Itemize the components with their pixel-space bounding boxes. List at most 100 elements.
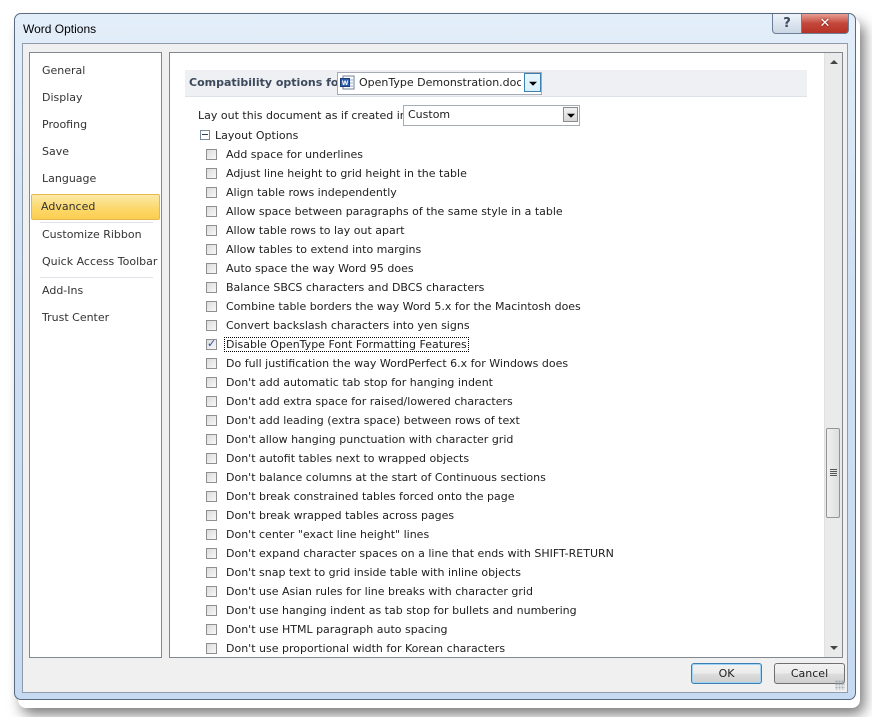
option-row[interactable]: Allow table rows to lay out apart: [206, 221, 615, 240]
option-label[interactable]: Don't use hanging indent as tab stop for…: [225, 604, 578, 617]
option-row[interactable]: Don't use Asian rules for line breaks wi…: [206, 582, 615, 601]
vertical-scrollbar[interactable]: [824, 53, 842, 657]
option-label[interactable]: Combine table borders the way Word 5.x f…: [225, 300, 582, 313]
scroll-up-arrow-icon[interactable]: [825, 53, 842, 70]
option-row[interactable]: Don't allow hanging punctuation with cha…: [206, 430, 615, 449]
sidebar-item-trust-center[interactable]: Trust Center: [32, 307, 159, 329]
checkbox[interactable]: [206, 434, 217, 445]
option-label[interactable]: Don't add automatic tab stop for hanging…: [225, 376, 494, 389]
option-row[interactable]: Don't use HTML paragraph auto spacing: [206, 620, 615, 639]
checkbox[interactable]: [206, 377, 217, 388]
option-row[interactable]: Do full justification the way WordPerfec…: [206, 354, 615, 373]
layout-options-group-toggle[interactable]: Layout Options: [200, 129, 298, 142]
option-row[interactable]: Don't expand character spaces on a line …: [206, 544, 615, 563]
checkbox[interactable]: [206, 624, 217, 635]
option-label[interactable]: Convert backslash characters into yen si…: [225, 319, 471, 332]
option-row[interactable]: Don't break constrained tables forced on…: [206, 487, 615, 506]
checkbox[interactable]: [206, 320, 217, 331]
checkbox[interactable]: [206, 472, 217, 483]
checkbox[interactable]: [206, 187, 217, 198]
option-label[interactable]: Allow space between paragraphs of the sa…: [225, 205, 564, 218]
option-row[interactable]: Align table rows independently: [206, 183, 615, 202]
option-row[interactable]: Add space for underlines: [206, 145, 615, 164]
scrollbar-thumb[interactable]: [826, 428, 840, 518]
option-row[interactable]: Balance SBCS characters and DBCS charact…: [206, 278, 615, 297]
option-label[interactable]: Don't break constrained tables forced on…: [225, 490, 516, 503]
title-bar[interactable]: Word Options ? ✕: [15, 14, 855, 44]
option-label[interactable]: Allow tables to extend into margins: [225, 243, 422, 256]
option-row[interactable]: Don't add extra space for raised/lowered…: [206, 392, 615, 411]
option-row[interactable]: Don't add automatic tab stop for hanging…: [206, 373, 615, 392]
option-label[interactable]: Don't snap text to grid inside table wit…: [225, 566, 522, 579]
option-label[interactable]: Disable OpenType Font Formatting Feature…: [224, 337, 469, 352]
option-label[interactable]: Auto space the way Word 95 does: [225, 262, 415, 275]
checkbox[interactable]: [206, 510, 217, 521]
checkbox[interactable]: [206, 491, 217, 502]
checkbox[interactable]: [206, 605, 217, 616]
option-row[interactable]: Don't autofit tables next to wrapped obj…: [206, 449, 615, 468]
checkbox[interactable]: [206, 548, 217, 559]
option-row[interactable]: Don't snap text to grid inside table wit…: [206, 563, 615, 582]
option-label[interactable]: Adjust line height to grid height in the…: [225, 167, 468, 180]
option-row[interactable]: Don't use hanging indent as tab stop for…: [206, 601, 615, 620]
sidebar-item-language[interactable]: Language: [32, 168, 159, 190]
checkbox[interactable]: [206, 643, 217, 654]
collapse-minus-icon[interactable]: [200, 130, 210, 140]
option-row[interactable]: Don't break wrapped tables across pages: [206, 506, 615, 525]
option-row[interactable]: Don't add leading (extra space) between …: [206, 411, 615, 430]
sidebar-item-display[interactable]: Display: [32, 87, 159, 109]
option-row[interactable]: Disable OpenType Font Formatting Feature…: [206, 335, 615, 354]
checkbox[interactable]: [206, 225, 217, 236]
checkbox[interactable]: [206, 244, 217, 255]
checkbox[interactable]: [206, 586, 217, 597]
checkbox[interactable]: [206, 149, 217, 160]
option-label[interactable]: Don't autofit tables next to wrapped obj…: [225, 452, 470, 465]
checkbox[interactable]: [206, 358, 217, 369]
close-button[interactable]: ✕: [801, 14, 849, 34]
option-row[interactable]: Auto space the way Word 95 does: [206, 259, 615, 278]
option-label[interactable]: Don't use Asian rules for line breaks wi…: [225, 585, 534, 598]
option-label[interactable]: Don't use proportional width for Korean …: [225, 642, 506, 655]
option-row[interactable]: Allow tables to extend into margins: [206, 240, 615, 259]
option-label[interactable]: Don't use HTML paragraph auto spacing: [225, 623, 449, 636]
sidebar-item-advanced[interactable]: Advanced: [31, 194, 160, 220]
option-label[interactable]: Don't add extra space for raised/lowered…: [225, 395, 514, 408]
ok-button[interactable]: OK: [691, 663, 762, 684]
option-label[interactable]: Don't expand character spaces on a line …: [225, 547, 615, 560]
checkbox[interactable]: [206, 263, 217, 274]
option-row[interactable]: Convert backslash characters into yen si…: [206, 316, 615, 335]
option-row[interactable]: Combine table borders the way Word 5.x f…: [206, 297, 615, 316]
option-row[interactable]: Don't center "exact line height" lines: [206, 525, 615, 544]
checkbox[interactable]: [206, 282, 217, 293]
checkbox[interactable]: [206, 415, 217, 426]
sidebar-item-customize-ribbon[interactable]: Customize Ribbon: [32, 224, 159, 246]
sidebar-item-quick-access-toolbar[interactable]: Quick Access Toolbar: [32, 251, 159, 273]
option-label[interactable]: Don't center "exact line height" lines: [225, 528, 430, 541]
scroll-down-arrow-icon[interactable]: [825, 640, 842, 657]
checkbox[interactable]: [206, 301, 217, 312]
resize-grip-icon[interactable]: [835, 680, 845, 690]
option-label[interactable]: Don't add leading (extra space) between …: [225, 414, 521, 427]
checkbox[interactable]: [206, 206, 217, 217]
compatibility-document-select[interactable]: W OpenType Demonstration.docx: [337, 72, 542, 95]
option-label[interactable]: Don't break wrapped tables across pages: [225, 509, 455, 522]
option-label[interactable]: Do full justification the way WordPerfec…: [225, 357, 569, 370]
sidebar-item-save[interactable]: Save: [32, 141, 159, 163]
option-row[interactable]: Adjust line height to grid height in the…: [206, 164, 615, 183]
option-label[interactable]: Align table rows independently: [225, 186, 398, 199]
option-row[interactable]: Don't balance columns at the start of Co…: [206, 468, 615, 487]
layout-created-in-select[interactable]: Custom: [403, 105, 580, 126]
checkbox[interactable]: [206, 453, 217, 464]
checkbox[interactable]: [206, 529, 217, 540]
sidebar-item-general[interactable]: General: [32, 60, 159, 82]
option-label[interactable]: Don't allow hanging punctuation with cha…: [225, 433, 514, 446]
option-label[interactable]: Add space for underlines: [225, 148, 364, 161]
option-label[interactable]: Balance SBCS characters and DBCS charact…: [225, 281, 485, 294]
sidebar-item-add-ins[interactable]: Add-Ins: [32, 280, 159, 302]
help-button[interactable]: ?: [772, 14, 802, 34]
checkbox-checked[interactable]: [206, 337, 217, 350]
document-dropdown-button[interactable]: [524, 73, 541, 92]
checkbox[interactable]: [206, 396, 217, 407]
option-label[interactable]: Allow table rows to lay out apart: [225, 224, 406, 237]
option-label[interactable]: Don't balance columns at the start of Co…: [225, 471, 547, 484]
